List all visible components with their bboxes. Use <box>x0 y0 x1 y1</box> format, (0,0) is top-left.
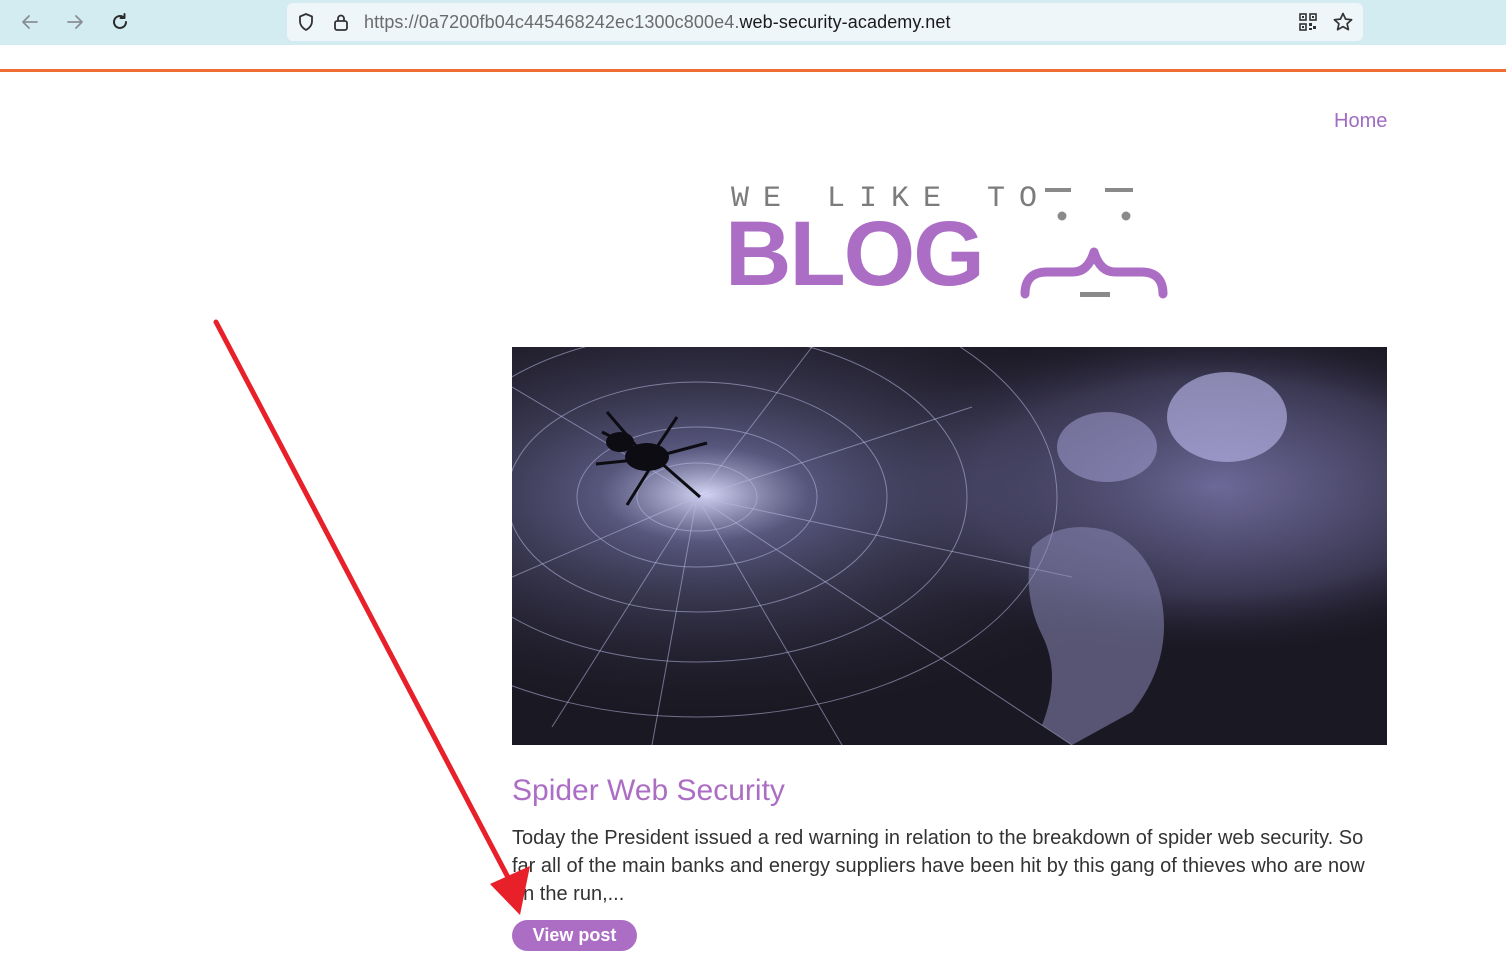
home-link[interactable]: Home <box>1334 110 1387 133</box>
post-title[interactable]: Spider Web Security <box>512 774 785 808</box>
page-top-spacer <box>0 45 1506 69</box>
url-text[interactable]: https://0a7200fb04c445468242ec1300c800e4… <box>364 12 951 33</box>
spider-web-image <box>512 347 1387 745</box>
browser-toolbar: https://0a7200fb04c445468242ec1300c800e4… <box>0 0 1506 45</box>
post-image[interactable] <box>512 347 1387 745</box>
forward-button[interactable] <box>60 7 90 37</box>
bookmark-star-icon[interactable] <box>1332 11 1354 33</box>
view-post-button[interactable]: View post <box>512 920 637 951</box>
back-arrow-icon <box>22 15 38 29</box>
url-prefix: https://0a7200fb04c445468242ec1300c800e4… <box>364 12 740 32</box>
reload-icon <box>113 13 127 29</box>
shield-icon[interactable] <box>295 11 317 33</box>
post-summary: Today the President issued a red warning… <box>512 827 1365 905</box>
reload-button[interactable] <box>105 7 135 37</box>
qr-code-icon[interactable] <box>1297 11 1319 33</box>
logo-face-icon <box>1020 188 1168 299</box>
lock-icon[interactable] <box>330 11 352 33</box>
header-accent-line <box>0 69 1506 72</box>
forward-arrow-icon <box>67 15 83 29</box>
back-button[interactable] <box>15 7 45 37</box>
logo-title: BLOG <box>725 203 985 305</box>
address-bar[interactable]: https://0a7200fb04c445468242ec1300c800e4… <box>287 3 1363 41</box>
blog-logo: WE LIKE TO BLOG <box>725 180 1175 305</box>
url-domain: web-security-academy.net <box>739 12 951 32</box>
